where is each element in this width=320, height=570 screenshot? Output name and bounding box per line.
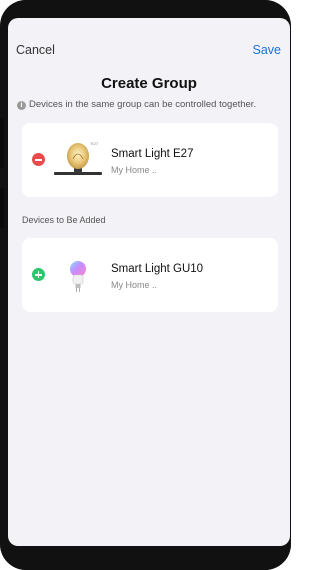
device-name: Smart Light E27	[111, 148, 194, 160]
phone-frame: Cancel Save Create Group i Devices in the…	[0, 0, 291, 570]
app-screen: Cancel Save Create Group i Devices in the…	[8, 18, 290, 546]
edison-bulb-icon: E27	[54, 141, 102, 175]
phone-bottom-bezel	[0, 546, 291, 570]
device-location: My Home ..	[111, 280, 158, 290]
rgb-bulb-icon	[70, 261, 86, 292]
device-card-in-group: E27 Smart Light E27 My Home ..	[22, 123, 278, 197]
info-icon: i	[17, 101, 26, 110]
device-name: Smart Light GU10	[111, 263, 204, 275]
remove-device-button[interactable]	[32, 153, 45, 166]
section-label-devices-to-add: Devices to Be Added	[22, 215, 106, 225]
device-card-to-add: Smart Light GU10 My Home ..	[22, 238, 278, 312]
svg-text:E27: E27	[91, 141, 99, 146]
side-button	[0, 188, 4, 228]
status-bar	[0, 0, 291, 26]
cancel-button[interactable]: Cancel	[16, 43, 55, 57]
save-button[interactable]: Save	[253, 43, 282, 57]
page-title: Create Group	[101, 75, 197, 92]
add-device-button[interactable]	[32, 268, 45, 281]
info-banner: i Devices in the same group can be contro…	[17, 99, 287, 110]
nav-bar: Cancel Save	[8, 40, 290, 60]
volume-button	[0, 118, 4, 168]
device-location: My Home ..	[111, 165, 158, 175]
info-text: Devices in the same group can be control…	[29, 99, 257, 110]
